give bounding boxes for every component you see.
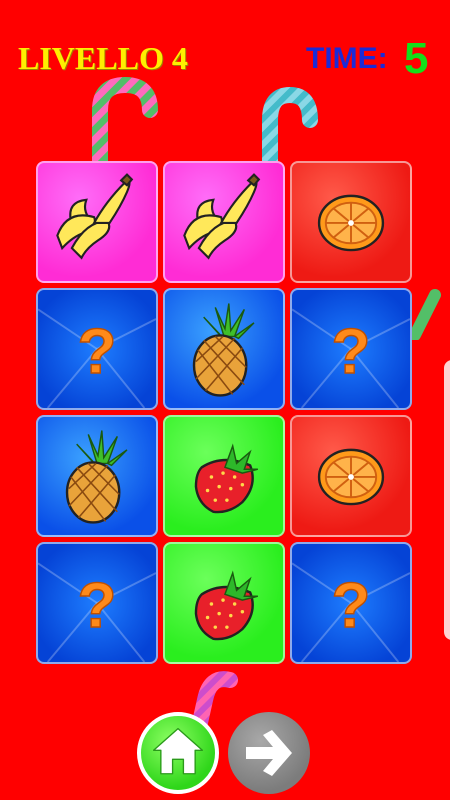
card-pineapple[interactable]: [36, 415, 158, 537]
card-banana[interactable]: [163, 161, 285, 283]
card-banana[interactable]: [36, 161, 158, 283]
question-mark-icon: ?: [38, 562, 156, 662]
side-panel-edge: [444, 360, 450, 640]
card-hidden[interactable]: ?: [290, 288, 412, 410]
svg-text:?: ?: [332, 569, 371, 641]
orange-icon: [317, 194, 385, 252]
card-hidden[interactable]: ?: [36, 288, 158, 410]
card-pineapple[interactable]: [163, 288, 285, 410]
card-strawberry[interactable]: [163, 415, 285, 537]
pineapple-icon: [65, 430, 128, 524]
pineapple-icon: [192, 303, 255, 397]
level-indicator: LIVELLO 4: [18, 40, 188, 76]
card-orange[interactable]: [290, 161, 412, 283]
home-icon: [152, 727, 204, 775]
time-counter: 5: [404, 34, 429, 83]
svg-text:?: ?: [78, 315, 117, 387]
card-strawberry[interactable]: [163, 542, 285, 664]
card-orange[interactable]: [290, 415, 412, 537]
memory-card-grid: ? ? ? ?: [36, 161, 414, 666]
home-button[interactable]: [137, 712, 219, 794]
next-level-button[interactable]: [228, 712, 310, 794]
strawberry-icon: [194, 443, 259, 514]
banana-icon: [56, 173, 134, 260]
question-mark-icon: ?: [292, 308, 410, 408]
svg-text:?: ?: [78, 569, 117, 641]
orange-icon: [317, 448, 385, 506]
banana-icon: [183, 173, 261, 260]
card-hidden[interactable]: ?: [36, 542, 158, 664]
svg-text:?: ?: [332, 315, 371, 387]
strawberry-icon: [194, 570, 259, 641]
time-label: TIME:: [306, 42, 388, 75]
question-mark-icon: ?: [38, 308, 156, 408]
card-hidden[interactable]: ?: [290, 542, 412, 664]
arrow-right-icon: [246, 730, 292, 776]
question-mark-icon: ?: [292, 562, 410, 662]
candy-cane-decoration: [92, 76, 158, 170]
